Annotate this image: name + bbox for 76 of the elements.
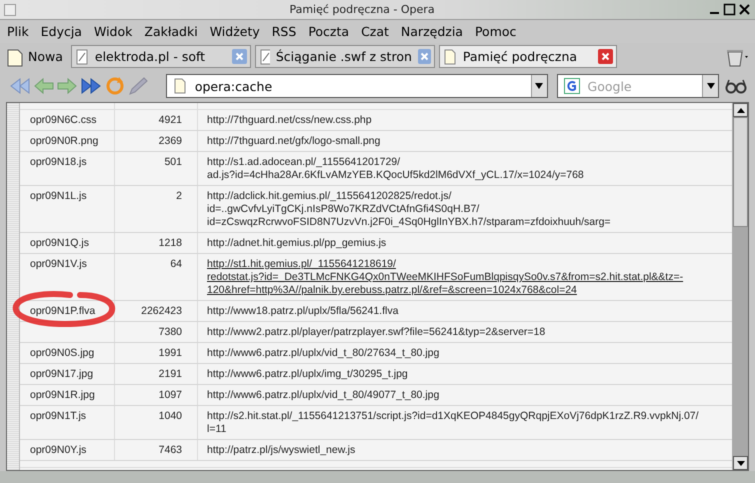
file-size: 1097 — [115, 385, 198, 405]
file-size: 1040 — [115, 406, 198, 439]
menu-item[interactable]: Narzędzia — [396, 24, 470, 39]
file-size: 64 — [115, 254, 198, 300]
close-tab-icon[interactable] — [232, 49, 247, 64]
down-arrow-icon — [736, 460, 744, 466]
url-text: http://www6.patrz.pl/uplx/vid_t_80/27634_t_80.jpg — [207, 347, 440, 360]
page-icon — [442, 48, 457, 64]
url-text: http://adclick.hit.gemius.pl/_1155641202825/redot.js/ id=..gwCvfvLyiTgCKj.nIsP8Wo7KRZdVCtAfnGfi4S0qH.B7/ id=zCswqzRcrwvoFSID8N7UzvVn.j2F0i_4Sq0HglInYBX.h7/stparam=zfdoixhuuh/sarg= — [207, 190, 611, 229]
url-text: http://patrz.pl/js/wyswietl_new.js — [207, 444, 356, 457]
url-text: http://s1.ad.adocean.pl/_1155641201729/ ad.js?id=4cHha28Ar.6KfLvAMzYEB.KQocUf5kd2lM6dVXf_yCL.17/x=1024/y=768 — [207, 156, 584, 182]
window-title: Pamięć podręczna - Opera — [288, 3, 436, 16]
file-name: opr09N1P.flva — [20, 301, 115, 321]
file-name: opr09N0S.jpg — [20, 343, 115, 363]
file-name: opr09N1L.js — [20, 186, 115, 232]
file-name: opr09N1R.jpg — [20, 385, 115, 405]
url-text: http://7thguard.net/css/new.css.php — [207, 114, 372, 127]
url-text: http://www6.patrz.pl/uplx/vid_t_80/49077_t_80.jpg — [207, 389, 440, 402]
file-name: opr09N18.js — [20, 152, 115, 185]
file-size: 501 — [115, 152, 198, 185]
file-name: opr09N1V.js — [20, 254, 115, 300]
file-name: opr09N6C.css — [20, 110, 115, 130]
address-field[interactable]: opera:cache — [166, 74, 548, 98]
close-icon[interactable] — [738, 3, 751, 16]
search-engine-icon — [564, 78, 580, 94]
menu-item[interactable]: Edycja — [36, 24, 89, 39]
close-tab-icon[interactable] — [598, 49, 613, 64]
file-name: opr09N0R.png — [20, 131, 115, 151]
file-size: 2369 — [115, 131, 198, 151]
close-tab-icon[interactable] — [418, 49, 431, 64]
browser-tab[interactable]: elektroda.pl - soft — [70, 45, 251, 68]
file-size: 2262423 — [115, 301, 198, 321]
menu-item[interactable]: Pomoc — [470, 24, 524, 39]
file-size: 2191 — [115, 364, 198, 384]
url-link[interactable]: http://st1.hit.gemius.pl/_1155641218619/ redotstat.js?id=_De3TLMcFNKG4Qx0nTWeeMKIHFSoFumBlqpisqySo0v.s7&from=s2.hit.stat.pl&&tz=- 120&href=http%3A//palnik.by.erebuss.patrz.pl/&ref=&screen=1024x768&col=24 — [207, 258, 684, 297]
file-name: opr09N1T.js — [20, 406, 115, 439]
new-tab-button[interactable]: Nowa — [4, 46, 65, 66]
url-text: http://www2.patrz.pl/player/patrzplayer.swf?file=56241&typ=2&server=18 — [207, 326, 546, 339]
fast-forward-icon[interactable] — [78, 75, 102, 97]
menu-item[interactable]: Widżety — [204, 24, 267, 39]
scroll-up-button[interactable] — [733, 103, 748, 117]
menu-item[interactable]: Czat — [356, 24, 396, 39]
menu-item[interactable]: Zakładki — [139, 24, 205, 39]
scroll-thumb[interactable] — [733, 117, 748, 227]
window-menu-button[interactable] — [4, 4, 16, 16]
new-page-icon — [6, 46, 24, 66]
file-size: 7463 — [115, 440, 198, 460]
dropdown-button[interactable] — [530, 75, 547, 97]
menu-item[interactable]: Plik — [2, 24, 36, 39]
up-arrow-icon — [736, 108, 744, 112]
file-size: 2 — [115, 186, 198, 232]
browser-tab[interactable]: Ściąganie .swf z stron — [254, 45, 435, 68]
dropdown-button[interactable] — [702, 75, 718, 97]
scroll-down-button[interactable] — [733, 456, 748, 470]
file-name: opr09N17.jpg — [20, 364, 115, 384]
file-size: 1218 — [115, 233, 198, 253]
document-icon — [74, 48, 89, 64]
caret-icon — [535, 83, 544, 89]
page-icon — [172, 78, 187, 94]
file-name: opr09N1Q.js — [20, 233, 115, 253]
menu-item[interactable]: Poczta — [303, 24, 356, 39]
menu-item[interactable]: Widok — [88, 24, 140, 39]
url-text: http://adnet.hit.gemius.pl/pp_gemius.js — [207, 237, 386, 250]
browser-tab[interactable]: Pamięć podręczna — [438, 45, 617, 68]
url-text: http://www6.patrz.pl/uplx/img_t/30295_t.jpg — [207, 368, 408, 381]
url-text: http://7thguard.net/gfx/logo-small.png — [207, 135, 380, 148]
menu-item[interactable]: RSS — [266, 24, 304, 39]
maximize-icon[interactable] — [723, 3, 736, 16]
url-text: http://s2.hit.stat.pl/_1155641213751/script.js?id=d1XqKEOP4845gyQRqpjEXoVj76dpK1rzZ.R9.vvpkNj.07/ l=11 — [207, 410, 699, 436]
caret-icon — [706, 83, 715, 89]
file-size: 1991 — [115, 343, 198, 363]
file-name: opr09N0Y.js — [20, 440, 115, 460]
file-size: 7380 — [115, 322, 198, 342]
document-icon — [258, 48, 270, 64]
file-size: 4921 — [115, 110, 198, 130]
url-text: http://www18.patrz.pl/uplx/5fla/56241.flva — [207, 305, 398, 318]
